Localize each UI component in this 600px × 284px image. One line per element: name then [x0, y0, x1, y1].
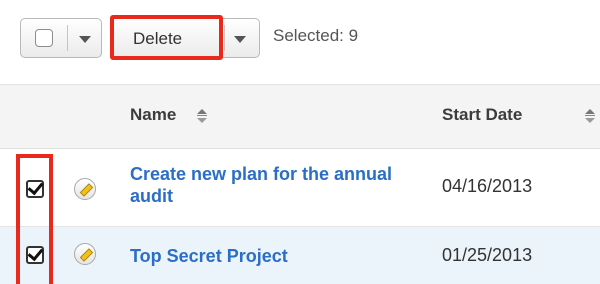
sort-icon[interactable] — [585, 109, 595, 123]
column-header-name[interactable]: Name — [130, 105, 176, 125]
divider — [67, 25, 68, 51]
list-toolbar: Delete Selected: 9 — [0, 0, 600, 85]
column-header-start-date[interactable]: Start Date — [442, 105, 522, 125]
start-date: 04/16/2013 — [442, 176, 533, 196]
pencil-icon[interactable] — [74, 243, 96, 265]
checkbox-highlight-box — [16, 154, 53, 284]
divider — [224, 25, 225, 51]
table-row: Create new plan for the annual audit 04/… — [0, 149, 600, 227]
pencil-icon[interactable] — [74, 178, 96, 200]
table-header: Name Start Date — [0, 85, 600, 149]
chevron-down-icon[interactable] — [79, 36, 91, 43]
chevron-down-icon[interactable] — [234, 36, 246, 43]
start-date: 01/25/2013 — [442, 245, 533, 265]
mass-select-dropdown[interactable] — [20, 18, 102, 58]
table-row: Top Secret Project 01/25/2013 — [0, 227, 600, 284]
select-all-checkbox[interactable] — [35, 29, 53, 47]
delete-highlight-box — [110, 15, 223, 60]
selected-count: Selected: 9 — [273, 26, 359, 45]
sort-icon[interactable] — [197, 109, 207, 123]
record-name-link[interactable]: Top Secret Project — [130, 245, 288, 267]
record-name-link[interactable]: Create new plan for the annual audit — [130, 163, 410, 207]
